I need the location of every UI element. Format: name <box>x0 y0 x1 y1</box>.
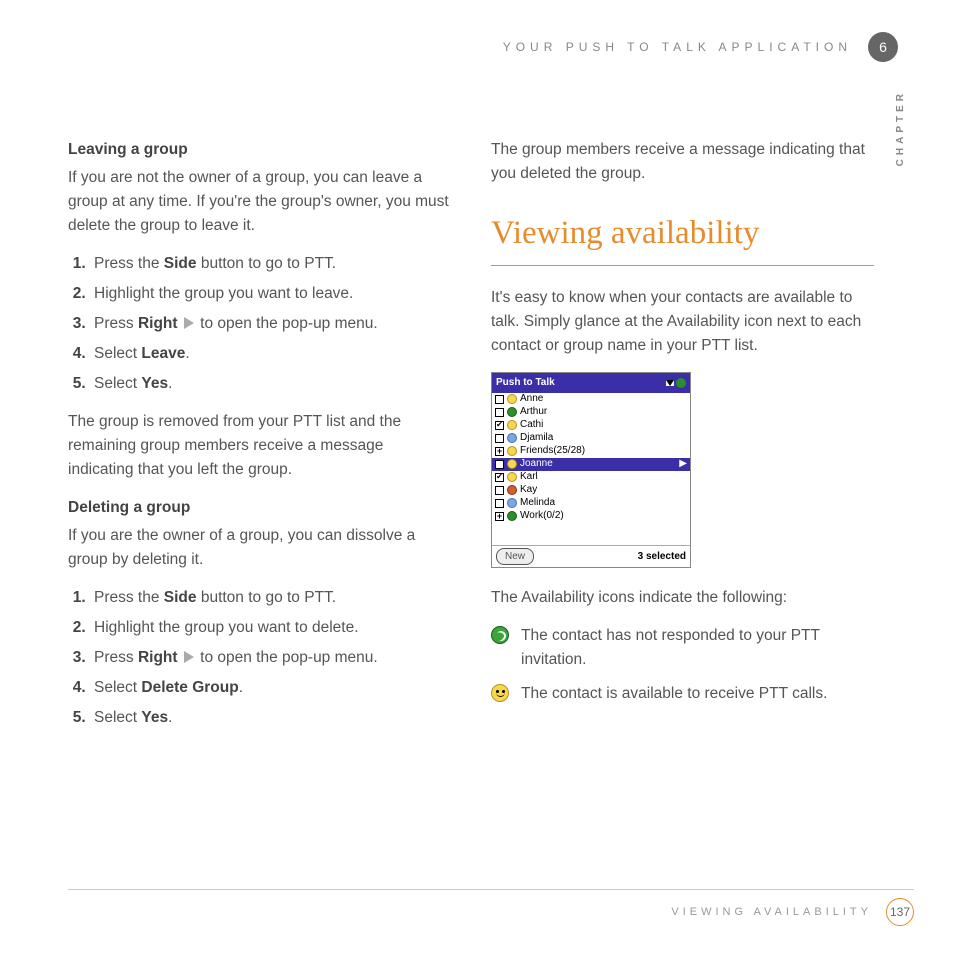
contact-name: Work(0/2) <box>520 508 564 524</box>
ptt-screenshot: Push to Talk AnneArthurCathiDjamilaFrien… <box>491 372 691 568</box>
status-icon <box>507 420 517 430</box>
checkbox-icon <box>495 395 504 404</box>
right-column: The group members receive a message indi… <box>491 138 874 744</box>
deleting-steps: Press the Side button to go to PTT. High… <box>68 586 451 730</box>
footer-section: VIEWING AVAILABILITY <box>671 906 872 918</box>
available-icon <box>491 684 509 702</box>
checkbox-icon <box>495 499 504 508</box>
legend-text: The contact has not responded to your PT… <box>521 624 874 672</box>
pending-icon <box>491 626 509 644</box>
status-icon <box>507 394 517 404</box>
selection-arrow-icon: ▶ <box>679 456 687 472</box>
status-icon <box>507 498 517 508</box>
ss-footer: New 3 selected <box>492 545 690 568</box>
step: Highlight the group you want to delete. <box>90 616 451 640</box>
right-arrow-icon <box>184 651 194 663</box>
checkbox-icon <box>495 486 504 495</box>
checkbox-checked-icon <box>495 460 504 469</box>
page-number: 137 <box>886 898 914 926</box>
legend-row: The contact has not responded to your PT… <box>491 624 874 672</box>
ss-status: 3 selected <box>638 549 686 565</box>
step: Select Leave. <box>90 342 451 366</box>
step: Select Yes. <box>90 372 451 396</box>
ss-titlebar: Push to Talk <box>492 373 690 393</box>
ss-title: Push to Talk <box>496 375 555 391</box>
page-header: YOUR PUSH TO TALK APPLICATION 6 <box>503 32 898 62</box>
legend-row: The contact is available to receive PTT … <box>491 682 874 706</box>
ss-corner-icons <box>666 378 686 388</box>
checkbox-icon <box>495 408 504 417</box>
status-icon <box>507 472 517 482</box>
availability-icons-lead: The Availability icons indicate the foll… <box>491 586 874 610</box>
checkbox-icon <box>495 434 504 443</box>
leaving-group-intro: If you are not the owner of a group, you… <box>68 166 451 238</box>
dropdown-icon <box>666 380 674 386</box>
legend-text: The contact is available to receive PTT … <box>521 682 827 706</box>
status-icon <box>507 446 517 456</box>
right-arrow-icon <box>184 317 194 329</box>
left-column: Leaving a group If you are not the owner… <box>68 138 451 744</box>
status-icon <box>507 485 517 495</box>
step: Highlight the group you want to leave. <box>90 282 451 306</box>
status-icon <box>507 407 517 417</box>
step: Press the Side button to go to PTT. <box>90 586 451 610</box>
status-icon <box>507 511 517 521</box>
step: Press Right to open the pop-up menu. <box>90 646 451 670</box>
leaving-steps: Press the Side button to go to PTT. High… <box>68 252 451 396</box>
deleting-group-intro: If you are the owner of a group, you can… <box>68 524 451 572</box>
leaving-group-result: The group is removed from your PTT list … <box>68 410 451 482</box>
chapter-number-badge: 6 <box>868 32 898 62</box>
section-heading: Viewing availability <box>491 208 874 266</box>
step: Select Delete Group. <box>90 676 451 700</box>
ss-new-button: New <box>496 548 534 566</box>
availability-intro: It's easy to know when your contacts are… <box>491 286 874 358</box>
step: Press Right to open the pop-up menu. <box>90 312 451 336</box>
expand-icon <box>495 447 504 456</box>
chapter-label: CHAPTER <box>895 90 906 166</box>
header-section: YOUR PUSH TO TALK APPLICATION <box>503 40 852 54</box>
leaving-group-heading: Leaving a group <box>68 138 451 162</box>
page-footer: VIEWING AVAILABILITY 137 <box>68 889 914 926</box>
expand-icon <box>495 512 504 521</box>
checkbox-checked-icon <box>495 421 504 430</box>
ss-list-item: Work(0/2) <box>492 510 690 523</box>
ss-list: AnneArthurCathiDjamilaFriends(25/28)Joan… <box>492 393 690 523</box>
step: Select Yes. <box>90 706 451 730</box>
signal-icon <box>676 378 686 388</box>
deleting-group-result: The group members receive a message indi… <box>491 138 874 186</box>
status-icon <box>507 459 517 469</box>
status-icon <box>507 433 517 443</box>
deleting-group-heading: Deleting a group <box>68 496 451 520</box>
step: Press the Side button to go to PTT. <box>90 252 451 276</box>
checkbox-checked-icon <box>495 473 504 482</box>
